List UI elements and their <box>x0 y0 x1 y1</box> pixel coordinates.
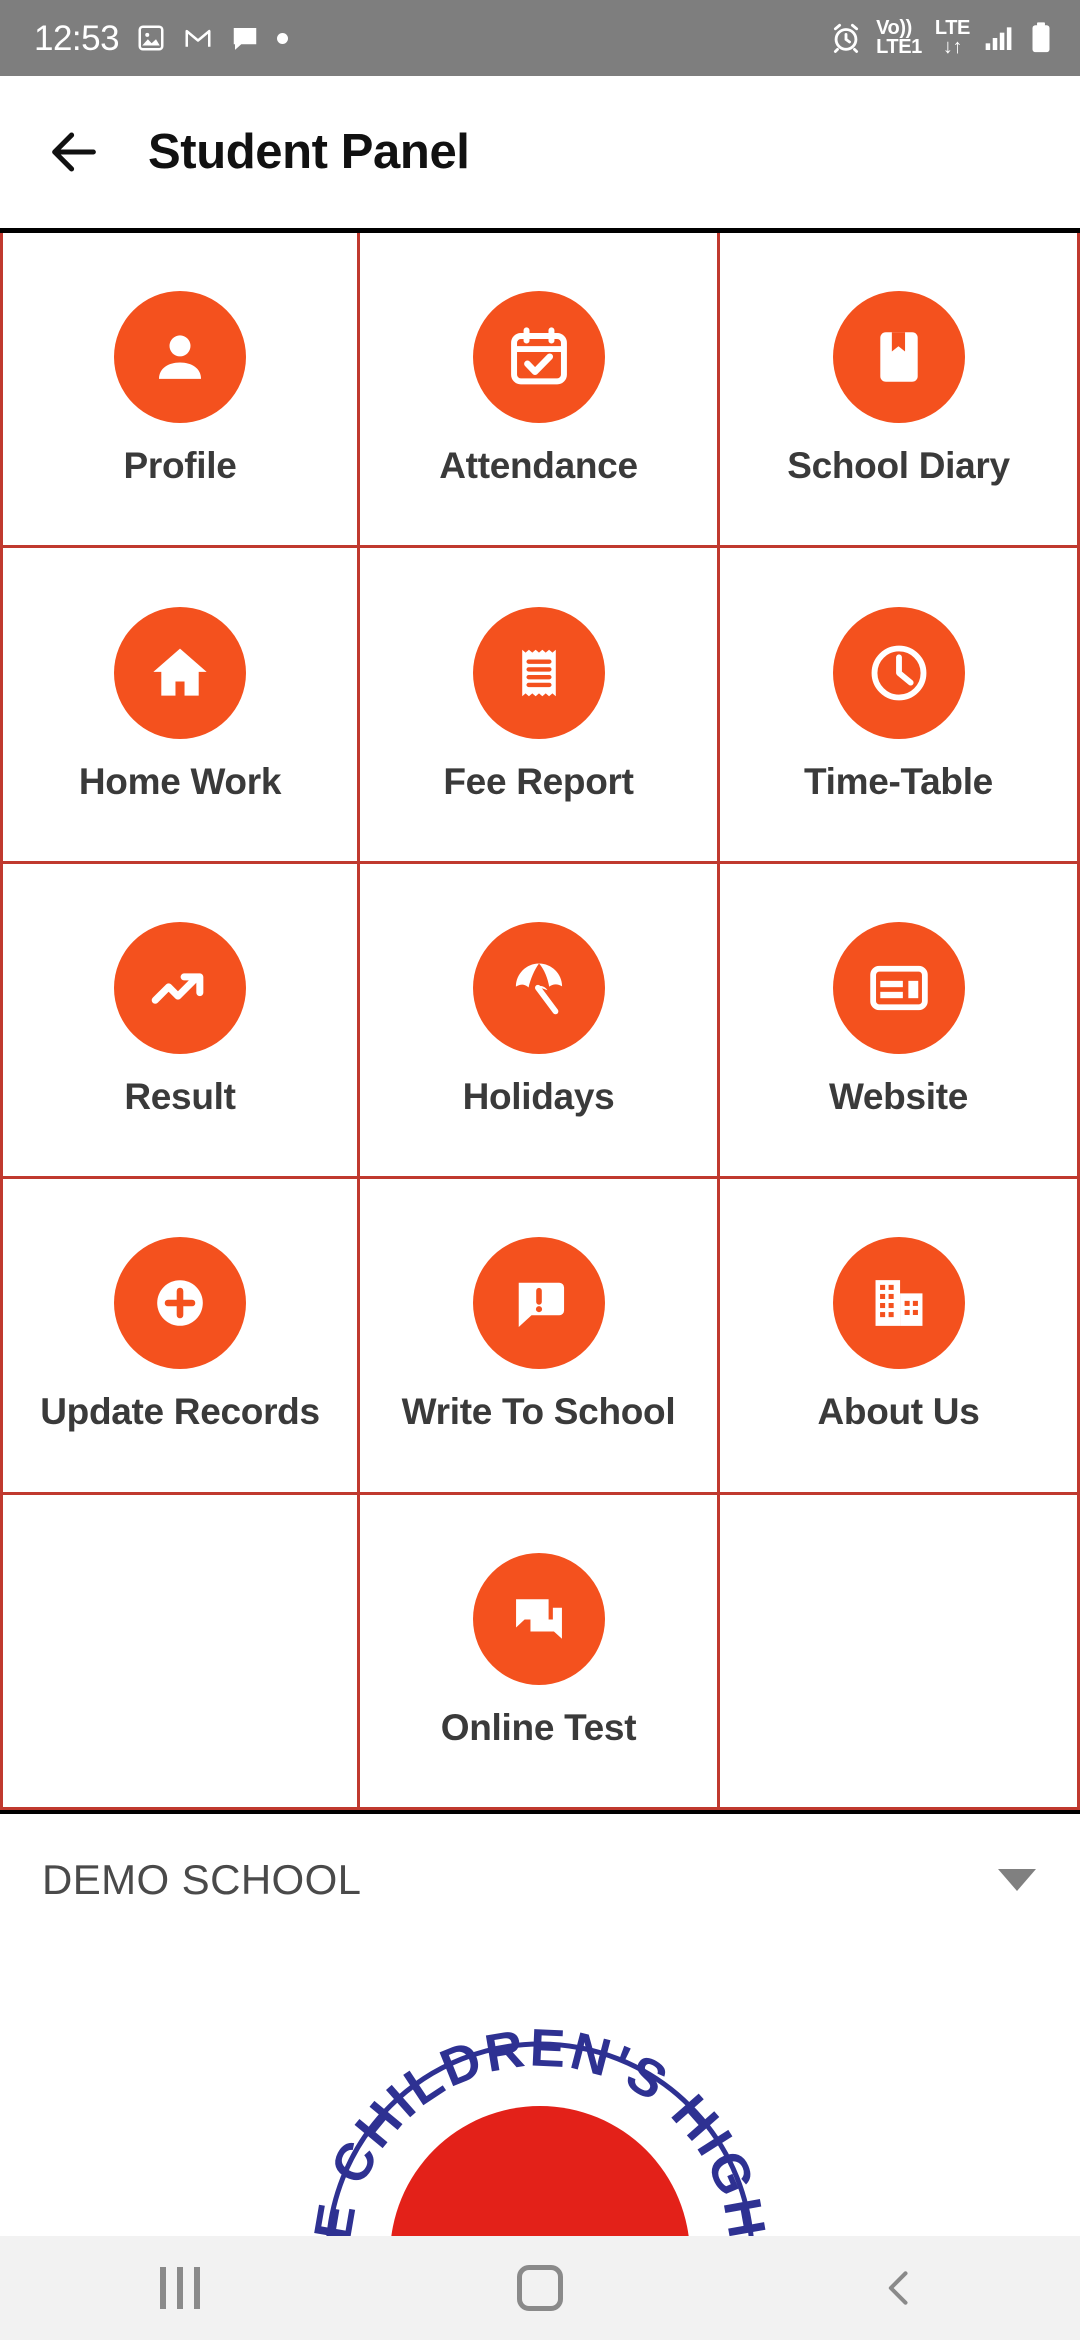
home-button[interactable] <box>450 2236 630 2340</box>
alarm-icon <box>829 21 863 55</box>
grid-item-time-table[interactable]: Time-Table <box>720 548 1080 864</box>
grid-item-label: Attendance <box>439 445 638 487</box>
dot-icon <box>277 32 289 44</box>
beach-umbrella-icon <box>472 921 605 1054</box>
grid-item-home-work[interactable]: Home Work <box>0 548 360 864</box>
message-alert-icon <box>472 1237 605 1370</box>
plus-circle-icon <box>114 1237 246 1370</box>
buildings-icon <box>832 1237 965 1370</box>
system-back-button[interactable] <box>810 2236 990 2340</box>
grid-item-write-to-school[interactable]: Write To School <box>360 1179 720 1495</box>
grid-item-website[interactable]: Website <box>720 863 1080 1180</box>
home-circle-icon <box>517 2265 563 2311</box>
grid-item-empty-left <box>0 1494 360 1810</box>
back-button[interactable] <box>28 106 120 198</box>
grid-item-attendance[interactable]: Attendance <box>360 233 720 549</box>
grid-item-about-us[interactable]: About Us <box>720 1179 1080 1495</box>
grid-item-empty-right <box>720 1494 1080 1810</box>
page-title: Student Panel <box>148 125 470 179</box>
school-logo-area: E CHILDREN'S HIGH <box>0 1946 1080 2236</box>
grid-item-label: Time-Table <box>804 760 993 802</box>
photos-icon <box>136 23 166 53</box>
house-icon <box>114 606 246 739</box>
grid-item-online-test[interactable]: Online Test <box>360 1494 720 1810</box>
grid-item-label: Result <box>124 1075 236 1117</box>
school-selector[interactable]: DEMO SCHOOL <box>0 1814 1080 1946</box>
grid-item-label: Home Work <box>78 760 282 802</box>
grid-item-label: Update Records <box>40 1391 320 1433</box>
caret-down-icon[interactable] <box>998 1869 1036 1891</box>
trending-up-icon <box>114 921 246 1054</box>
grid-item-label: Holidays <box>462 1075 615 1117</box>
grid-item-label: Write To School <box>401 1391 676 1433</box>
system-nav-bar <box>0 2236 1080 2340</box>
forum-icon <box>472 1552 605 1685</box>
grid-item-holidays[interactable]: Holidays <box>360 863 720 1180</box>
status-bar: 12:53 Vo)) LTE1 LTE ↓↑ <box>0 0 1080 76</box>
school-seal-logo: E CHILDREN'S HIGH <box>303 2018 774 2236</box>
chevron-left-icon <box>888 2271 908 2305</box>
gmail-icon <box>183 23 213 53</box>
signal-bars-icon <box>983 22 1015 54</box>
book-bookmark-icon <box>832 291 965 424</box>
grid-item-school-diary[interactable]: School Diary <box>720 233 1080 549</box>
message-icon <box>230 23 260 53</box>
grid-item-label: Profile <box>123 445 237 487</box>
grid-item-label: School Diary <box>787 445 1010 487</box>
grid-item-profile[interactable]: Profile <box>0 233 360 549</box>
recents-button[interactable] <box>90 2236 270 2340</box>
status-bar-right: Vo)) LTE1 LTE ↓↑ <box>829 17 1054 58</box>
menu-grid: Profile Attendance School Diary Home Wor… <box>0 233 1080 1810</box>
grid-item-label: Online Test <box>440 1706 637 1748</box>
app-header: Student Panel <box>0 76 1080 228</box>
grid-item-label: Website <box>828 1075 969 1117</box>
recents-icon <box>160 2267 200 2309</box>
network-indicator: LTE ↓↑ <box>934 17 970 58</box>
web-layout-icon <box>832 921 965 1054</box>
status-clock: 12:53 <box>34 18 120 58</box>
volte-indicator: Vo)) LTE1 <box>876 17 922 58</box>
grid-item-update-records[interactable]: Update Records <box>0 1179 360 1495</box>
data-arrows-icon: ↓↑ <box>942 36 963 58</box>
receipt-icon <box>472 606 605 739</box>
grid-item-fee-report[interactable]: Fee Report <box>360 548 720 864</box>
battery-icon <box>1028 21 1054 55</box>
menu-grid-container: Profile Attendance School Diary Home Wor… <box>0 228 1080 1814</box>
clock-icon <box>832 606 965 739</box>
calendar-check-icon <box>472 291 605 424</box>
grid-item-label: Fee Report <box>443 760 634 802</box>
grid-item-label: About Us <box>817 1391 980 1433</box>
status-bar-left: 12:53 <box>34 18 289 58</box>
school-selected-value: DEMO SCHOOL <box>42 1856 362 1903</box>
person-icon <box>114 291 246 424</box>
grid-item-result[interactable]: Result <box>0 863 360 1180</box>
phone-screen: 12:53 Vo)) LTE1 LTE ↓↑ Student Panel Pro… <box>0 0 1080 2340</box>
arrow-left-icon <box>52 132 96 172</box>
